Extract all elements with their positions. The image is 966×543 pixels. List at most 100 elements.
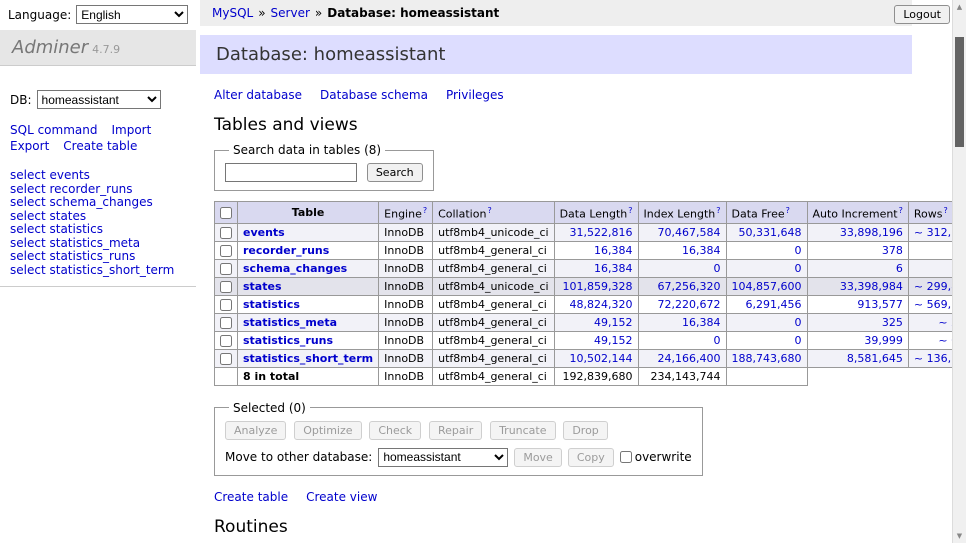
create-view-link[interactable]: Create view xyxy=(306,490,377,504)
data-length-link[interactable]: 49,152 xyxy=(594,316,633,329)
scrollbar[interactable]: ▲ ▼ xyxy=(952,0,966,543)
move-button[interactable]: Move xyxy=(514,448,562,467)
index-length-link[interactable]: 16,384 xyxy=(682,244,721,257)
index-length-link[interactable]: 0 xyxy=(714,334,721,347)
data-free-link[interactable]: 6,291,456 xyxy=(746,298,802,311)
help-icon[interactable]: ? xyxy=(899,206,903,215)
row-checkbox[interactable] xyxy=(220,335,232,347)
select-link[interactable]: select xyxy=(10,209,46,223)
breadcrumb-mysql-link[interactable]: MySQL xyxy=(212,6,253,20)
optimize-button[interactable]: Optimize xyxy=(294,421,361,440)
auto-increment-link[interactable]: 39,999 xyxy=(864,334,903,347)
search-input[interactable] xyxy=(225,163,357,182)
index-length-link[interactable]: 16,384 xyxy=(682,316,721,329)
row-checkbox[interactable] xyxy=(220,317,232,329)
data-free-link[interactable]: 0 xyxy=(795,262,802,275)
privileges-link[interactable]: Privileges xyxy=(446,88,504,102)
help-icon[interactable]: ? xyxy=(786,206,790,215)
adminer-logo[interactable]: Adminer xyxy=(12,37,88,58)
auto-increment-link[interactable]: 325 xyxy=(882,316,903,329)
select-link[interactable]: select xyxy=(10,195,46,209)
check-button[interactable]: Check xyxy=(369,421,421,440)
select-link[interactable]: select xyxy=(10,182,46,196)
index-length-link[interactable]: 67,256,320 xyxy=(658,280,721,293)
help-icon[interactable]: ? xyxy=(487,206,491,215)
auto-increment-link[interactable]: 33,398,984 xyxy=(840,280,903,293)
index-length-link[interactable]: 72,220,672 xyxy=(658,298,721,311)
select-link[interactable]: select xyxy=(10,236,46,250)
help-icon[interactable]: ? xyxy=(716,206,720,215)
truncate-button[interactable]: Truncate xyxy=(490,421,555,440)
help-icon[interactable]: ? xyxy=(628,206,632,215)
data-free-link[interactable]: 0 xyxy=(795,244,802,257)
select-link[interactable]: select xyxy=(10,168,46,182)
auto-increment-link[interactable]: 8,581,645 xyxy=(847,352,903,365)
language-select[interactable]: English xyxy=(76,5,188,24)
help-icon[interactable]: ? xyxy=(423,206,427,215)
create-table-link-main[interactable]: Create table xyxy=(214,490,288,504)
table-name-link[interactable]: statistics_runs xyxy=(243,334,333,347)
create-table-link[interactable]: Create table xyxy=(63,139,137,153)
table-link[interactable]: statistics_meta xyxy=(49,236,140,250)
data-length-link[interactable]: 48,824,320 xyxy=(570,298,633,311)
row-checkbox[interactable] xyxy=(220,263,232,275)
alter-database-link[interactable]: Alter database xyxy=(214,88,302,102)
auto-increment-link[interactable]: 913,577 xyxy=(857,298,903,311)
data-length-link[interactable]: 10,502,144 xyxy=(570,352,633,365)
row-checkbox[interactable] xyxy=(220,353,232,365)
data-length-link[interactable]: 16,384 xyxy=(594,262,633,275)
table-name-link[interactable]: events xyxy=(243,226,285,239)
index-length-link[interactable]: 70,467,584 xyxy=(658,226,721,239)
help-icon[interactable]: ? xyxy=(943,206,947,215)
repair-button[interactable]: Repair xyxy=(429,421,482,440)
breadcrumb-server-link[interactable]: Server xyxy=(271,6,310,20)
select-link[interactable]: select xyxy=(10,263,46,277)
index-length-link[interactable]: 0 xyxy=(714,262,721,275)
search-button[interactable]: Search xyxy=(367,163,423,182)
db-select[interactable]: homeassistant xyxy=(37,90,161,109)
scroll-down-icon[interactable]: ▼ xyxy=(953,529,966,543)
data-free-link[interactable]: 104,857,600 xyxy=(732,280,802,293)
table-link[interactable]: schema_changes xyxy=(49,195,152,209)
table-link[interactable]: events xyxy=(49,168,89,182)
database-schema-link[interactable]: Database schema xyxy=(320,88,428,102)
table-name-link[interactable]: statistics_short_term xyxy=(243,352,373,365)
data-free-link[interactable]: 50,331,648 xyxy=(739,226,802,239)
analyze-button[interactable]: Analyze xyxy=(225,421,286,440)
row-checkbox[interactable] xyxy=(220,281,232,293)
select-link[interactable]: select xyxy=(10,249,46,263)
auto-increment-link[interactable]: 33,898,196 xyxy=(840,226,903,239)
data-length-link[interactable]: 101,859,328 xyxy=(563,280,633,293)
scrollbar-thumb[interactable] xyxy=(955,37,964,147)
copy-button[interactable]: Copy xyxy=(568,448,614,467)
auto-increment-link[interactable]: 6 xyxy=(896,262,903,275)
table-link[interactable]: states xyxy=(49,209,86,223)
data-free-link[interactable]: 188,743,680 xyxy=(732,352,802,365)
scroll-up-icon[interactable]: ▲ xyxy=(953,0,966,14)
table-link[interactable]: statistics xyxy=(49,222,103,236)
export-link[interactable]: Export xyxy=(10,139,49,153)
table-name-link[interactable]: statistics xyxy=(243,298,300,311)
overwrite-checkbox[interactable] xyxy=(620,451,632,463)
sql-command-link[interactable]: SQL command xyxy=(10,123,97,137)
drop-button[interactable]: Drop xyxy=(563,421,607,440)
import-link[interactable]: Import xyxy=(111,123,151,137)
move-db-select[interactable]: homeassistant xyxy=(378,448,508,467)
data-free-link[interactable]: 0 xyxy=(795,316,802,329)
select-link[interactable]: select xyxy=(10,222,46,236)
table-name-link[interactable]: recorder_runs xyxy=(243,244,329,257)
index-length-link[interactable]: 24,166,400 xyxy=(658,352,721,365)
data-length-link[interactable]: 16,384 xyxy=(594,244,633,257)
data-length-link[interactable]: 49,152 xyxy=(594,334,633,347)
table-name-link[interactable]: states xyxy=(243,280,282,293)
table-link[interactable]: statistics_short_term xyxy=(49,263,174,277)
row-checkbox[interactable] xyxy=(220,227,232,239)
row-checkbox[interactable] xyxy=(220,245,232,257)
table-link[interactable]: recorder_runs xyxy=(49,182,132,196)
row-checkbox[interactable] xyxy=(220,299,232,311)
table-name-link[interactable]: statistics_meta xyxy=(243,316,337,329)
auto-increment-link[interactable]: 378 xyxy=(882,244,903,257)
select-all-checkbox[interactable] xyxy=(220,207,232,219)
logout-button[interactable]: Logout xyxy=(894,5,950,24)
data-free-link[interactable]: 0 xyxy=(795,334,802,347)
